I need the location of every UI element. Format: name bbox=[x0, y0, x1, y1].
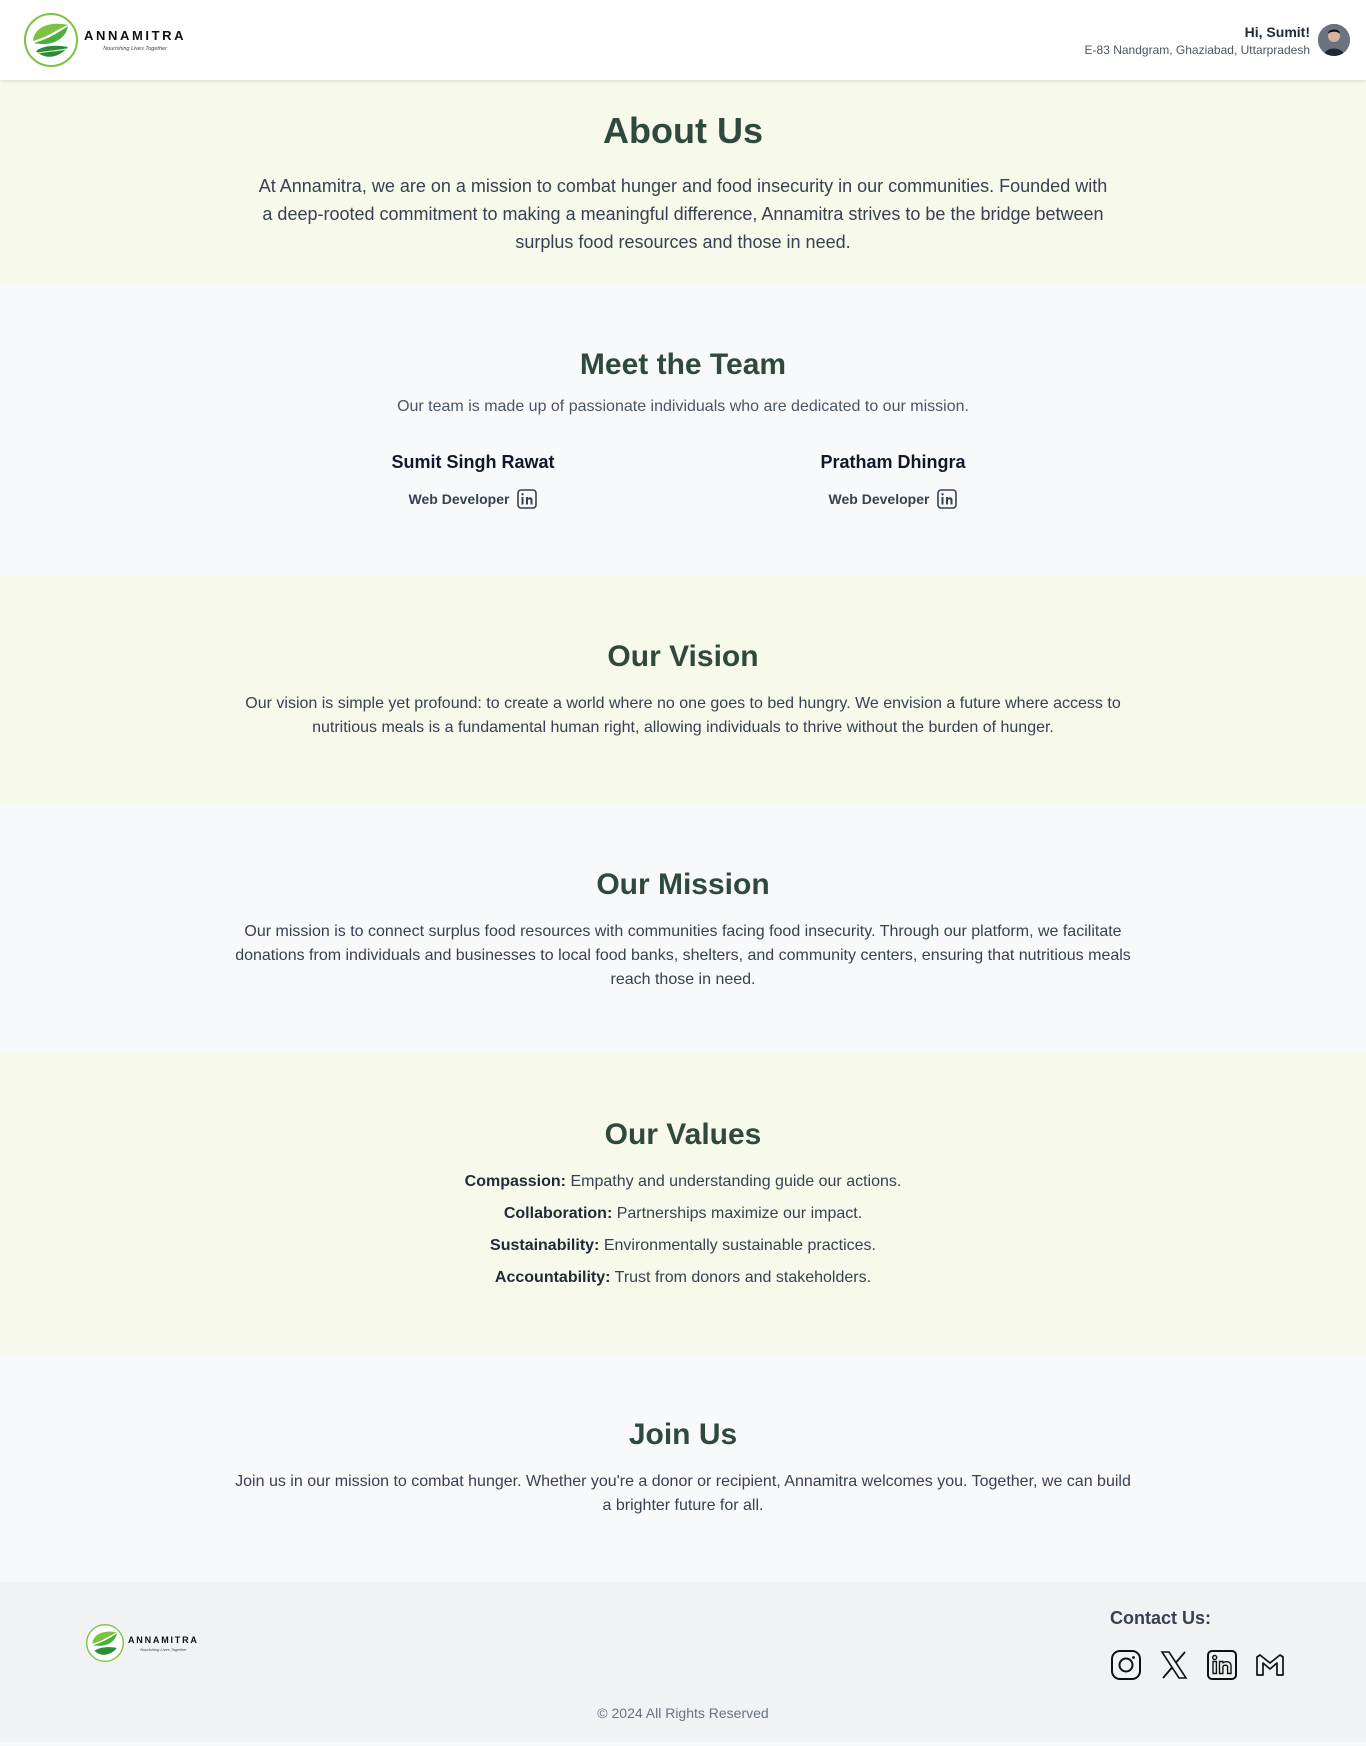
list-item: Compassion: Empathy and understanding gu… bbox=[0, 1170, 1366, 1194]
top-navbar: ANNAMITRA Nourishing Lives Together Hi, … bbox=[0, 0, 1366, 80]
footer-brand-tagline: Nourishing Lives Together bbox=[140, 1646, 187, 1652]
footer-brand-name: ANNAMITRA bbox=[128, 1634, 199, 1645]
member-name: Sumit Singh Rawat bbox=[391, 452, 555, 472]
brand-tagline: Nourishing Lives Together bbox=[103, 46, 167, 52]
vision-section: Our Vision Our vision is simple yet prof… bbox=[0, 576, 1366, 804]
contact-block: Contact Us: bbox=[1110, 1608, 1286, 1681]
linkedin-icon[interactable] bbox=[937, 489, 958, 509]
value-text: Environmentally sustainable practices. bbox=[603, 1237, 876, 1254]
values-list: Compassion: Empathy and understanding gu… bbox=[0, 1170, 1366, 1290]
value-label: Collaboration: bbox=[503, 1205, 613, 1222]
leaf-logo-icon bbox=[86, 1624, 124, 1662]
brand-name: ANNAMITRA bbox=[84, 28, 187, 43]
member-role: Web Developer bbox=[828, 491, 930, 507]
list-item: Accountability: Trust from donors and st… bbox=[0, 1266, 1366, 1290]
join-text: Join us in our mission to combat hunger.… bbox=[235, 1473, 1131, 1514]
contact-title: Contact Us: bbox=[1110, 1608, 1212, 1628]
brand-logo[interactable]: ANNAMITRA Nourishing Lives Together bbox=[24, 13, 186, 67]
copyright-text: © 2024 All Rights Reserved bbox=[597, 1705, 769, 1721]
footer: ANNAMITRA Nourishing Lives Together Cont… bbox=[0, 1582, 1366, 1742]
avatar[interactable] bbox=[1318, 24, 1350, 56]
user-greeting: Hi, Sumit! bbox=[1244, 23, 1310, 40]
social-links bbox=[1110, 1649, 1286, 1681]
leaf-logo-icon bbox=[24, 13, 78, 67]
member-role: Web Developer bbox=[408, 491, 510, 507]
list-item: Collaboration: Partnerships maximize our… bbox=[0, 1202, 1366, 1226]
user-profile[interactable]: Hi, Sumit! E-83 Nandgram, Ghaziabad, Utt… bbox=[1085, 24, 1350, 57]
vision-text: Our vision is simple yet profound: to cr… bbox=[245, 695, 1121, 736]
member-name: Pratham Dhingra bbox=[820, 452, 966, 472]
values-title: Our Values bbox=[604, 1118, 762, 1151]
value-label: Accountability: bbox=[494, 1269, 611, 1286]
value-label: Compassion: bbox=[464, 1173, 566, 1190]
team-member-card: Sumit Singh Rawat Web Developer bbox=[353, 452, 593, 509]
value-text: Trust from donors and stakeholders. bbox=[614, 1269, 872, 1286]
footer-brand-logo[interactable]: ANNAMITRA Nourishing Lives Together bbox=[86, 1624, 199, 1662]
team-section: Meet the Team Our team is made up of pas… bbox=[0, 284, 1366, 576]
team-members: Sumit Singh Rawat Web Developer Pratham … bbox=[263, 452, 1103, 509]
about-title: About Us bbox=[603, 110, 763, 151]
value-text: Empathy and understanding guide our acti… bbox=[570, 1173, 902, 1190]
x-icon[interactable] bbox=[1158, 1649, 1190, 1681]
team-subtitle: Our team is made up of passionate indivi… bbox=[397, 398, 969, 415]
join-section: Join Us Join us in our mission to combat… bbox=[0, 1354, 1366, 1582]
user-address: E-83 Nandgram, Ghaziabad, Uttarpradesh bbox=[1084, 42, 1310, 57]
value-text: Partnerships maximize our impact. bbox=[616, 1205, 863, 1222]
join-title: Join Us bbox=[628, 1418, 738, 1451]
instagram-icon[interactable] bbox=[1110, 1649, 1142, 1681]
vision-title: Our Vision bbox=[607, 640, 759, 673]
values-section: Our Values Compassion: Empathy and under… bbox=[0, 1054, 1366, 1354]
linkedin-icon[interactable] bbox=[517, 489, 538, 509]
mission-title: Our Mission bbox=[596, 868, 770, 901]
team-title: Meet the Team bbox=[579, 348, 787, 381]
list-item: Sustainability: Environmentally sustaina… bbox=[0, 1234, 1366, 1258]
about-text: At Annamitra, we are on a mission to com… bbox=[258, 176, 1108, 252]
mission-text: Our mission is to connect surplus food r… bbox=[235, 923, 1131, 988]
gmail-icon[interactable] bbox=[1254, 1649, 1286, 1681]
value-label: Sustainability: bbox=[490, 1237, 600, 1254]
mission-section: Our Mission Our mission is to connect su… bbox=[0, 804, 1366, 1054]
linkedin-icon[interactable] bbox=[1206, 1649, 1238, 1681]
team-member-card: Pratham Dhingra Web Developer bbox=[773, 452, 1013, 509]
about-section: About Us At Annamitra, we are on a missi… bbox=[0, 80, 1366, 284]
